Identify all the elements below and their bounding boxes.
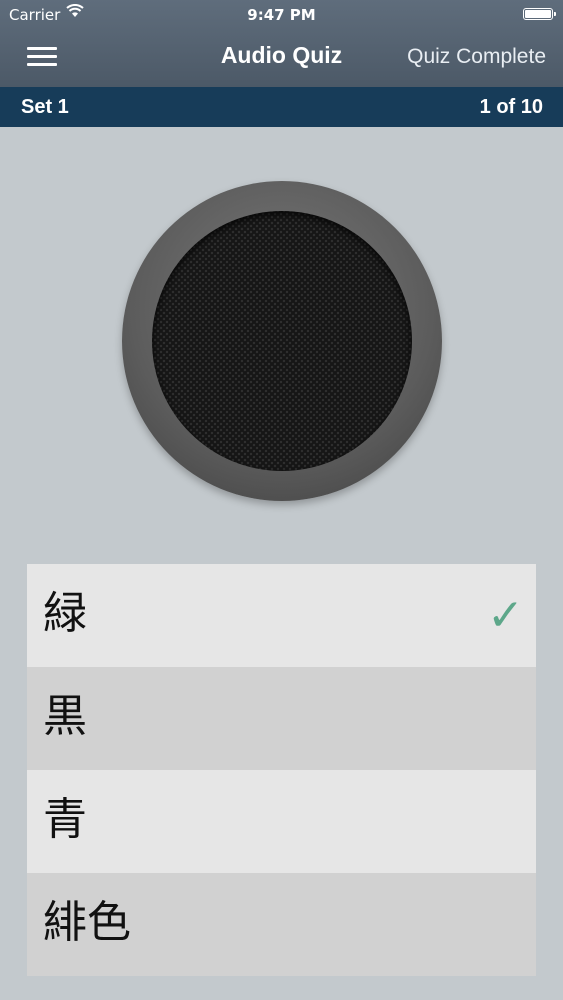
answer-label: 青 <box>43 794 87 845</box>
answer-option-3[interactable]: 青 <box>27 770 536 873</box>
set-progress-bar: Set 1 1 of 10 <box>0 87 563 127</box>
battery-icon <box>523 8 556 20</box>
answer-option-4[interactable]: 緋色 <box>27 873 536 976</box>
navigation-bar: Carrier 9:47 PM Audio Quiz Quiz Complete <box>0 0 563 87</box>
set-label: Set 1 <box>21 96 69 118</box>
status-time: 9:47 PM <box>247 6 316 24</box>
answer-label: 黒 <box>43 691 87 742</box>
speaker-grille-icon <box>152 211 412 471</box>
answer-label: 緑 <box>43 588 87 639</box>
answer-option-2[interactable]: 黒 <box>27 667 536 770</box>
play-audio-speaker-button[interactable] <box>122 181 442 501</box>
status-bar: Carrier 9:47 PM <box>0 0 563 28</box>
answer-option-1[interactable]: 緑 ✓ <box>27 564 536 667</box>
quiz-complete-button[interactable]: Quiz Complete <box>407 45 546 69</box>
checkmark-icon: ✓ <box>487 590 524 641</box>
answer-list: 緑 ✓ 黒 青 緋色 <box>27 564 536 976</box>
answer-label: 緋色 <box>43 897 131 948</box>
question-progress: 1 of 10 <box>479 96 543 118</box>
